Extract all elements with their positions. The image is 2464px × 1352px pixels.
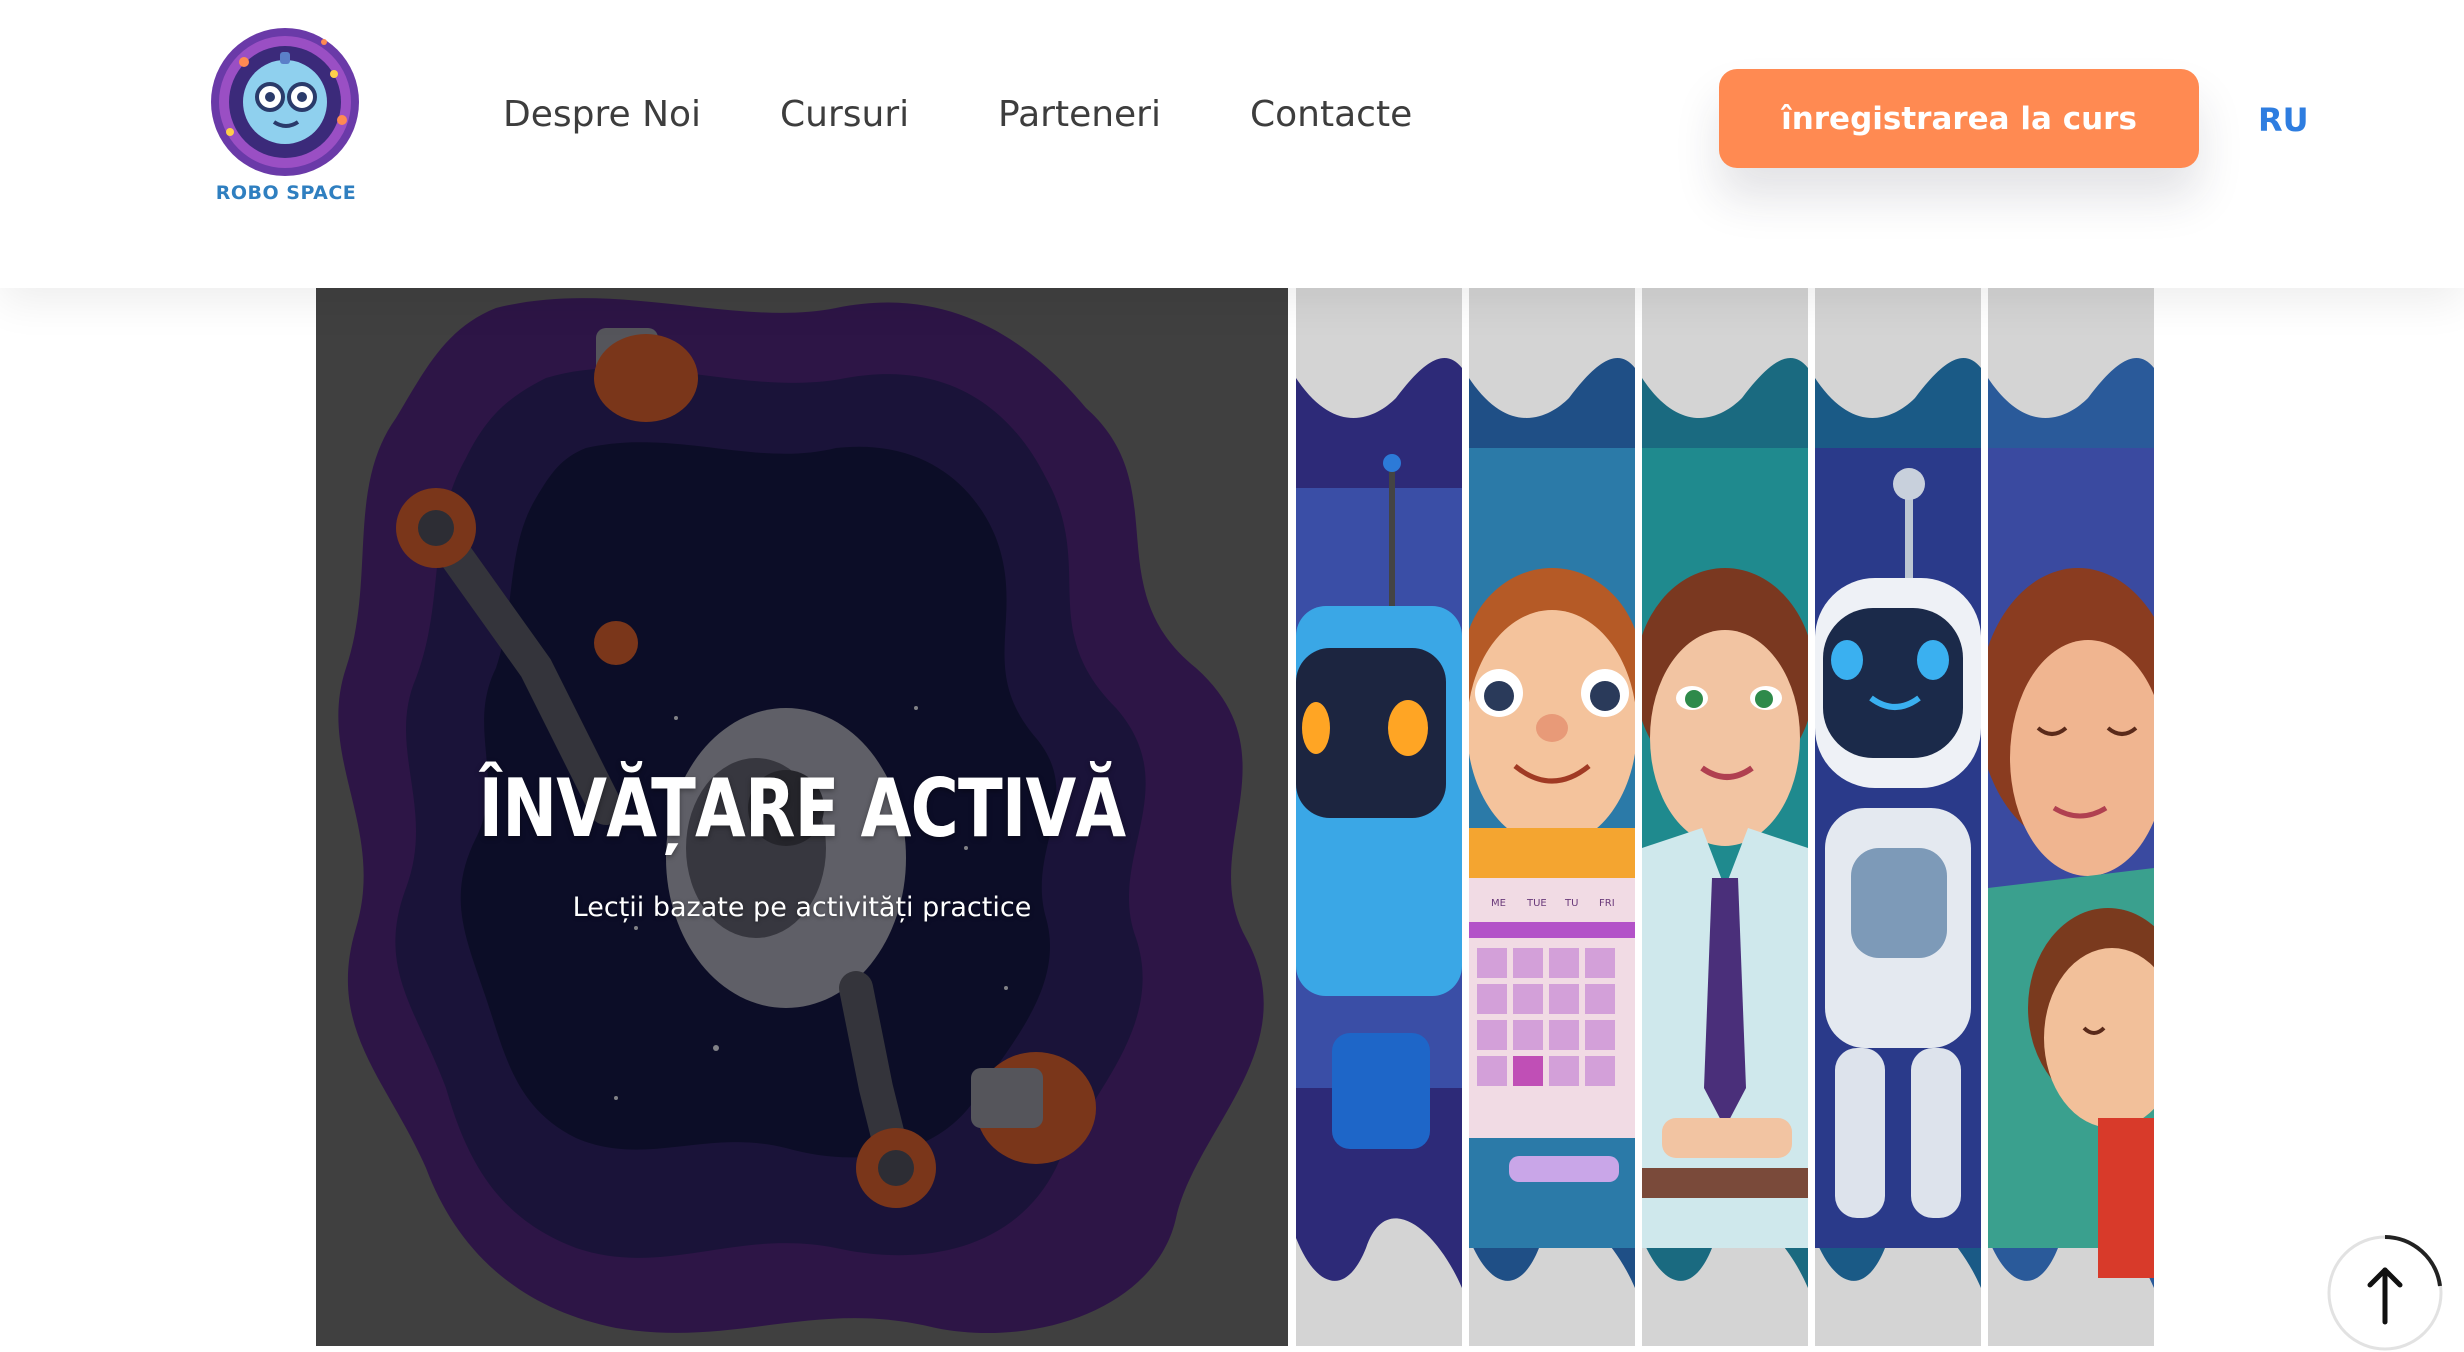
slide-robot-white[interactable] bbox=[1815, 288, 1981, 1346]
calendar-label-fri: FRI bbox=[1599, 898, 1615, 909]
nav-link-parteneri[interactable]: Parteneri bbox=[998, 94, 1161, 135]
scroll-to-top-button[interactable] bbox=[2326, 1234, 2444, 1352]
robot-white-illustration bbox=[1815, 358, 1981, 1288]
slide-boy-student[interactable]: ME TUE TU FRI bbox=[1469, 288, 1635, 1346]
slide-teacher-woman[interactable] bbox=[1642, 288, 1808, 1346]
language-switch-ru[interactable]: RU bbox=[2258, 101, 2309, 139]
teacher-woman-illustration bbox=[1642, 358, 1808, 1288]
slide-mother-child[interactable] bbox=[1988, 288, 2154, 1346]
logo-text: ROBO SPACE bbox=[215, 182, 357, 204]
hero-accordion-slider: ÎNVĂȚARE ACTIVĂ Lecții bazate pe activit… bbox=[316, 288, 2156, 1346]
boy-student-illustration: ME TUE TU FRI bbox=[1469, 358, 1635, 1288]
robot-logo-icon bbox=[211, 28, 359, 176]
mother-child-illustration bbox=[1988, 358, 2154, 1288]
nav-link-cursuri[interactable]: Cursuri bbox=[780, 94, 909, 135]
site-header: ROBO SPACE Despre Noi Cursuri Parteneri … bbox=[0, 0, 2464, 288]
nav-link-contacte[interactable]: Contacte bbox=[1250, 94, 1412, 135]
calendar-label-me: ME bbox=[1491, 898, 1506, 909]
robo-space-logo[interactable]: ROBO SPACE bbox=[204, 22, 366, 214]
course-registration-button[interactable]: înregistrarea la curs bbox=[1719, 69, 2199, 168]
calendar-label-tue: TUE bbox=[1526, 898, 1547, 909]
active-slide[interactable]: ÎNVĂȚARE ACTIVĂ Lecții bazate pe activit… bbox=[316, 288, 1288, 1346]
slide-robot-blue[interactable] bbox=[1296, 288, 1462, 1346]
hero-title: ÎNVĂȚARE ACTIVĂ bbox=[478, 762, 1127, 855]
hero-subtitle: Lecții bazate pe activități practice bbox=[572, 892, 1032, 923]
arrow-up-icon bbox=[2327, 1235, 2443, 1351]
nav-link-despre-noi[interactable]: Despre Noi bbox=[503, 94, 701, 135]
calendar-label-tu: TU bbox=[1564, 898, 1578, 909]
robot-blue-illustration bbox=[1296, 358, 1462, 1288]
